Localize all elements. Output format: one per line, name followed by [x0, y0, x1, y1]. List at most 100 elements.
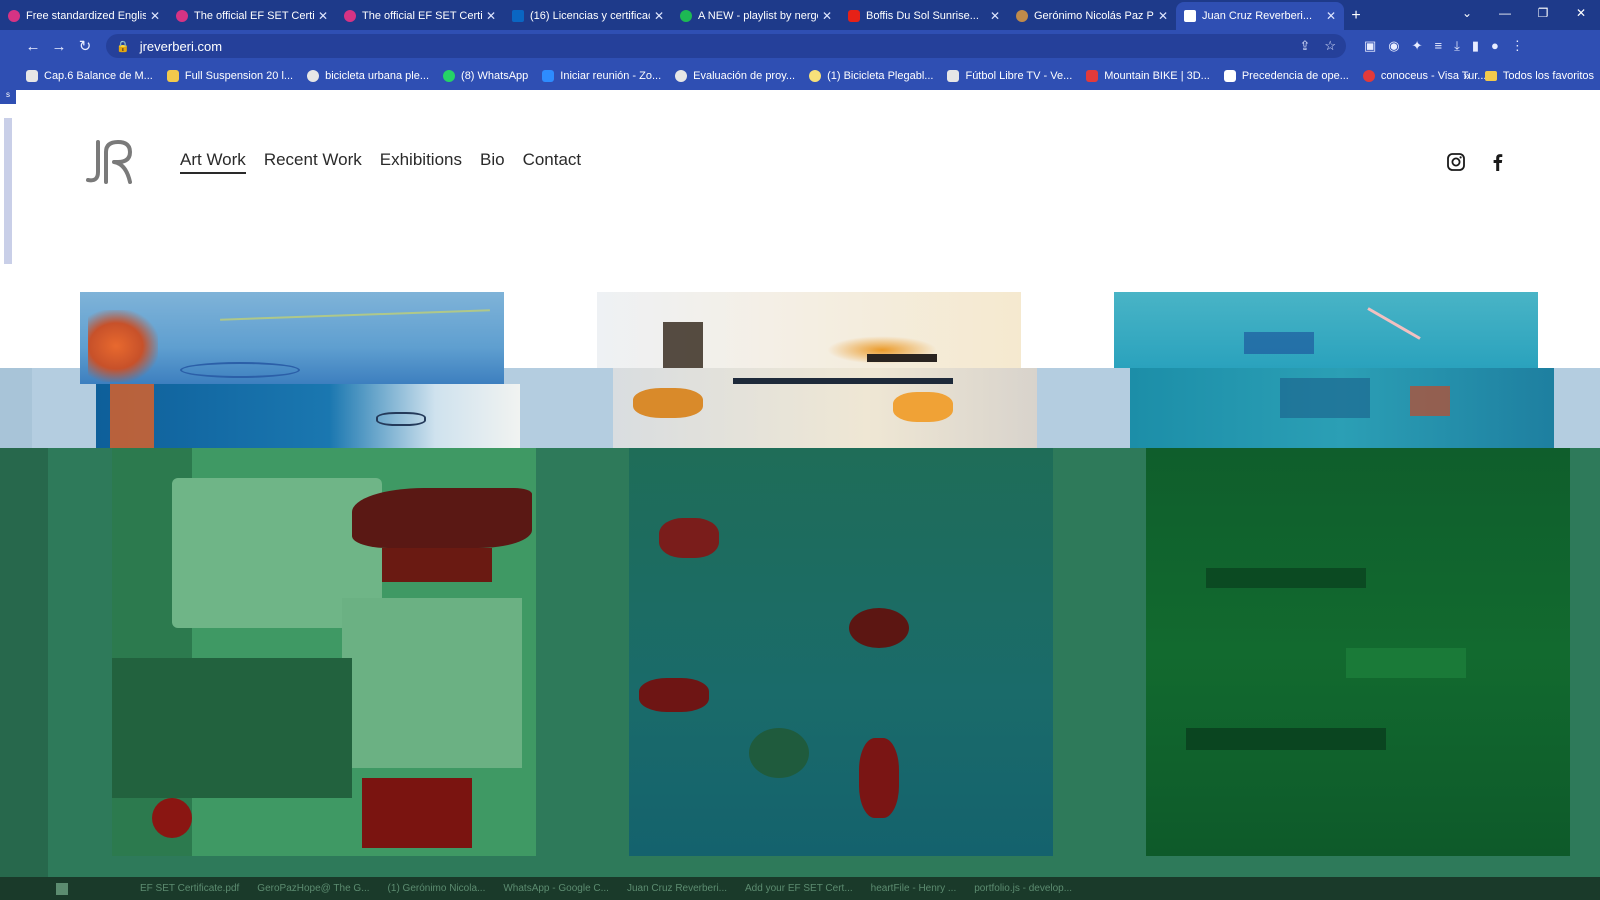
avatar[interactable]: ●	[1491, 38, 1499, 54]
instagram-icon[interactable]	[1446, 152, 1466, 172]
close-tab-icon[interactable]: ✕	[318, 9, 328, 23]
forward-icon[interactable]: →	[46, 38, 72, 55]
whatsapp-icon	[443, 70, 456, 82]
tab-title: Gerónimo Nicolás Paz Par...	[1034, 10, 1154, 22]
new-tab-button[interactable]: +	[1344, 2, 1368, 30]
bookmark-item[interactable]: (1) Bicicleta Plegabl...	[809, 70, 933, 82]
close-tab-icon[interactable]: ✕	[654, 9, 664, 23]
close-window-icon[interactable]: ✕	[1562, 0, 1600, 30]
puzzle-icon[interactable]: ✦	[1412, 38, 1423, 54]
bookmark-label: Evaluación de proy...	[693, 70, 796, 82]
extension-icon[interactable]: ◉	[1388, 38, 1399, 54]
artwork-thumbnail-1[interactable]	[80, 292, 504, 384]
windows-start-icon[interactable]	[56, 883, 68, 895]
artwork-slice-3c[interactable]	[1146, 448, 1570, 856]
main-nav: Art Work Recent Work Exhibitions Bio Con…	[180, 150, 581, 174]
artwork-slice-3b[interactable]	[1130, 368, 1554, 448]
menu-icon[interactable]: ⋮	[1511, 38, 1524, 54]
share-icon[interactable]: ⇪	[1299, 38, 1310, 54]
bookmark-label: (8) WhatsApp	[461, 70, 529, 82]
window-controls: ⌄ — ❐ ✕	[1448, 0, 1600, 30]
browser-tab[interactable]: Boffis Du Sol Sunrise... ✕	[840, 2, 1008, 30]
sidepanel-icon[interactable]: ▮	[1472, 38, 1479, 54]
close-tab-icon[interactable]: ✕	[486, 9, 496, 23]
bookmark-label: Cap.6 Balance de M...	[44, 70, 153, 82]
nav-art-work[interactable]: Art Work	[180, 150, 246, 174]
nav-contact[interactable]: Contact	[523, 150, 582, 174]
browser-tab[interactable]: Gerónimo Nicolás Paz Par... ✕	[1008, 2, 1176, 30]
taskbar-item[interactable]: (1) Gerónimo Nicola...	[388, 883, 486, 894]
tab-title: Free standardized English	[26, 10, 146, 22]
artwork-thumbnail-3[interactable]	[1114, 292, 1538, 368]
nav-recent-work[interactable]: Recent Work	[264, 150, 362, 174]
ef-favicon-icon	[8, 10, 20, 22]
restore-icon[interactable]: ❐	[1524, 0, 1562, 30]
translate-icon[interactable]: ▣	[1364, 38, 1376, 54]
bookmark-item[interactable]: Evaluación de proy...	[675, 70, 795, 82]
profile-favicon-icon	[1016, 10, 1028, 22]
site-logo[interactable]	[82, 138, 140, 186]
taskbar-item[interactable]: GeroPazHope@ The G...	[257, 883, 369, 894]
bookmark-favicon-icon	[675, 70, 688, 82]
taskbar-item[interactable]: portfolio.js - develop...	[974, 883, 1072, 894]
taskbar-item[interactable]: EF SET Certificate.pdf	[140, 883, 239, 894]
star-icon[interactable]: ☆	[1324, 38, 1336, 54]
artwork-slice-2c[interactable]	[629, 448, 1053, 856]
lock-icon[interactable]: 🔒	[116, 40, 130, 53]
bookmarks-bar: Cap.6 Balance de M... Full Suspension 20…	[0, 62, 1600, 90]
minimize-icon[interactable]: —	[1486, 0, 1524, 30]
tab-title: The official EF SET Certific	[362, 10, 482, 22]
bookmark-item[interactable]: Precedencia de ope...	[1223, 70, 1349, 82]
bookmark-item[interactable]: Fútbol Libre TV - Ve...	[947, 70, 1072, 82]
close-tab-icon[interactable]: ✕	[822, 9, 832, 23]
taskbar-item[interactable]: heartFile - Henry ...	[871, 883, 957, 894]
reload-icon[interactable]: ↻	[72, 37, 98, 55]
browser-tab[interactable]: The official EF SET Certific ✕	[336, 2, 504, 30]
linkedin-favicon-icon	[512, 10, 524, 22]
bookmark-favicon-icon	[1362, 70, 1375, 82]
close-tab-icon[interactable]: ✕	[990, 9, 1000, 23]
facebook-icon[interactable]	[1488, 152, 1508, 172]
bookmark-item[interactable]: Iniciar reunión - Zo...	[542, 70, 661, 82]
browser-tab[interactable]: (16) Licencias y certificacio ✕	[504, 2, 672, 30]
bookmark-item[interactable]: bicicleta urbana ple...	[307, 70, 429, 82]
bookmark-label: Mountain BIKE | 3D...	[1104, 70, 1210, 82]
artwork-slice-1c[interactable]	[112, 448, 536, 856]
os-taskbar: EF SET Certificate.pdf GeroPazHope@ The …	[0, 877, 1600, 900]
browser-tab[interactable]: Free standardized English ✕	[0, 2, 168, 30]
bookmark-label: Fútbol Libre TV - Ve...	[965, 70, 1073, 82]
address-bar[interactable]: 🔒 jreverberi.com ⇪ ☆	[106, 34, 1346, 58]
ef-favicon-icon	[176, 10, 188, 22]
bookmark-favicon-icon	[166, 70, 179, 82]
browser-tab-active[interactable]: Juan Cruz Reverberi... ✕	[1176, 2, 1344, 30]
bookmark-item[interactable]: (8) WhatsApp	[443, 70, 528, 82]
artwork-slice-1b[interactable]	[96, 384, 520, 448]
bookmark-item[interactable]: Mountain BIKE | 3D...	[1086, 70, 1210, 82]
close-tab-icon[interactable]: ✕	[1158, 9, 1168, 23]
scroll-thumb[interactable]	[4, 118, 12, 264]
close-tab-icon[interactable]: ✕	[150, 9, 160, 23]
artwork-thumbnail-2[interactable]	[597, 292, 1021, 368]
back-icon[interactable]: ←	[20, 38, 46, 55]
bookmark-item[interactable]: Full Suspension 20 l...	[166, 70, 293, 82]
tab-search-icon[interactable]: ⌄	[1448, 0, 1486, 30]
taskbar-item[interactable]: Add your EF SET Cert...	[745, 883, 853, 894]
bookmark-item[interactable]: Cap.6 Balance de M...	[26, 70, 153, 82]
nav-bio[interactable]: Bio	[480, 150, 505, 174]
social-links	[1446, 152, 1508, 172]
tab-title: Boffis Du Sol Sunrise...	[866, 10, 979, 22]
browser-tab[interactable]: A NEW - playlist by nerge... ✕	[672, 2, 840, 30]
media-icon[interactable]: ≡	[1435, 38, 1443, 54]
bookmark-label: (1) Bicicleta Plegabl...	[827, 70, 934, 82]
artwork-slice-2b[interactable]	[613, 368, 1037, 448]
bookmark-favicon-icon	[1223, 70, 1236, 82]
close-tab-icon[interactable]: ✕	[1326, 9, 1336, 23]
download-icon[interactable]: ⤓	[1454, 38, 1460, 54]
browser-tab[interactable]: The official EF SET Certific ✕	[168, 2, 336, 30]
nav-exhibitions[interactable]: Exhibitions	[380, 150, 462, 174]
bookmark-label: Iniciar reunión - Zo...	[560, 70, 662, 82]
bookmarks-more-icon[interactable]: »	[1463, 69, 1470, 83]
all-bookmarks-button[interactable]: Todos los favoritos	[1484, 70, 1594, 82]
taskbar-item[interactable]: WhatsApp - Google C...	[503, 883, 609, 894]
taskbar-item[interactable]: Juan Cruz Reverberi...	[627, 883, 727, 894]
